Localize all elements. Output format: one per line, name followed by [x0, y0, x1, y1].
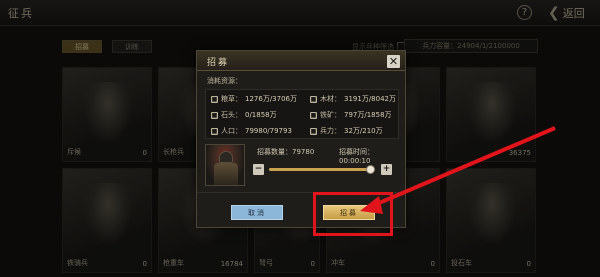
arrow-shaft — [371, 126, 556, 208]
tutorial-arrow-icon — [360, 126, 556, 214]
arrow-head — [360, 196, 383, 214]
